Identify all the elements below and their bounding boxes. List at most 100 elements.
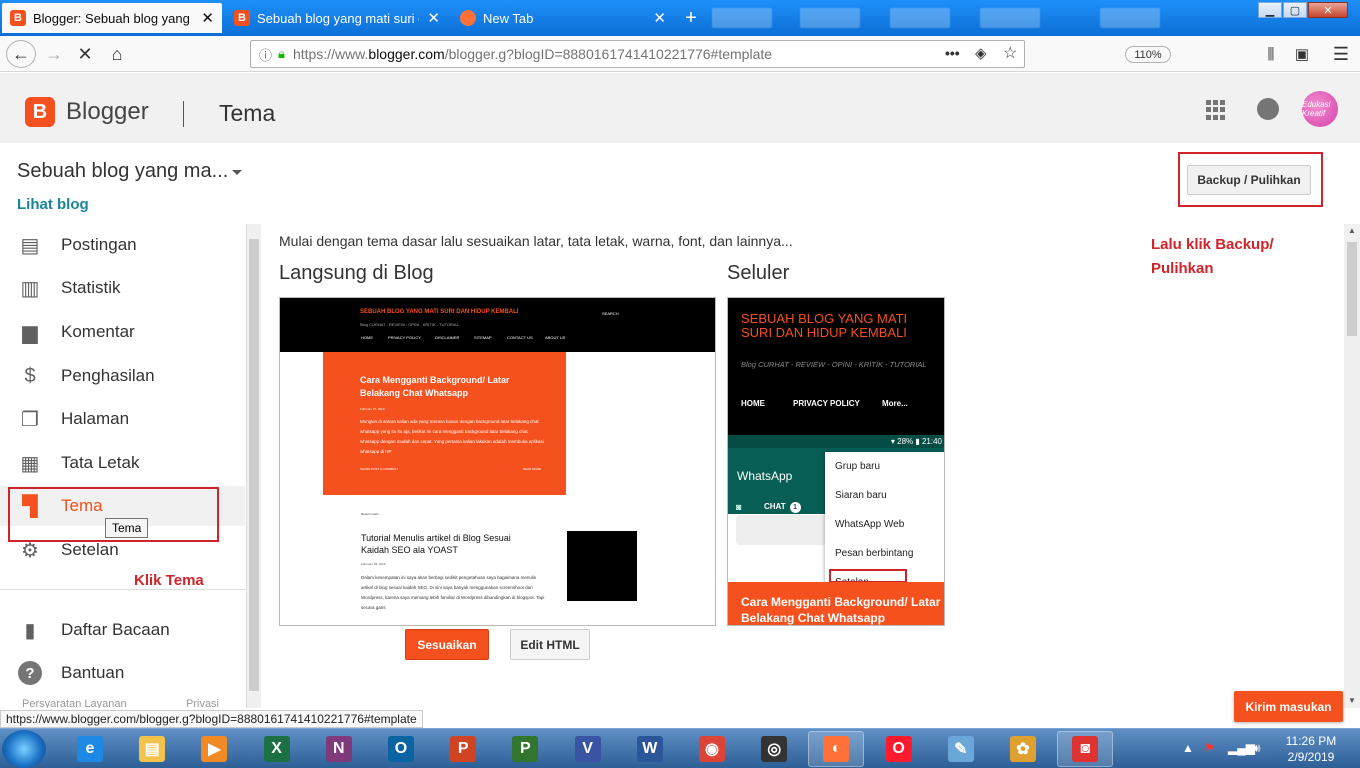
lock-icon: 🔒︎ [278,46,285,61]
page-title: Tema [219,100,276,126]
taskbar-screenshot-tool-button[interactable]: ◙ [1057,731,1114,767]
sidebar-item-pages[interactable]: ❐ Halaman [0,399,245,439]
outlook-icon: O [388,736,414,762]
preview-post-date: February 04, 2019 [361,562,386,566]
sidebar-item-label: Komentar [61,322,135,341]
send-feedback-button[interactable]: Kirim masukan [1234,691,1343,722]
blogger-favicon-icon: B [10,10,26,26]
posts-icon: ▤ [20,234,40,257]
hamburger-menu-icon[interactable]: ☰ [1327,41,1355,67]
apps-grid-icon[interactable] [1206,100,1226,120]
new-tab-button[interactable]: + [676,3,706,33]
zoom-level-indicator[interactable]: 110% [1125,46,1171,63]
file-explorer-icon: ▤ [139,736,166,762]
taskbar-chrome-button[interactable]: ◉ [684,731,740,767]
sidebar-toggle-icon[interactable]: ▣ [1288,41,1316,67]
network-warning-icon[interactable]: ⚑ [1204,741,1215,755]
scrollbar-thumb[interactable] [249,239,259,691]
internet-explorer-icon: e [77,736,103,762]
forward-arrow-icon[interactable]: → [40,41,68,67]
tab-new-tab[interactable]: New Tab ✕ [452,3,674,33]
tab-blog[interactable]: B Sebuah blog yang mati suri dan hidup k… [226,3,448,33]
signal-icon[interactable]: ▂▄▆ [1228,741,1255,755]
notepad-icon: ✎ [947,736,974,762]
visio-icon: V [574,736,601,762]
close-window-button[interactable]: ✕ [1308,2,1348,18]
preview-blog-subtitle: Blog CURHAT - REVIEW - OPINI - KRITIK - … [741,360,927,369]
whatsapp-title: WhatsApp [737,469,793,483]
sidebar-item-earnings[interactable]: $ Penghasilan [0,356,245,396]
minimize-window-button[interactable]: ▁ [1258,2,1282,18]
preview-whatsapp-screenshot: ▾ 28% ▮ 21:40 WhatsApp ◙ CHAT 1 Grup baru… [728,435,944,583]
library-icon[interactable]: ⫼ [1257,41,1285,67]
sidebar-item-help[interactable]: ? Bantuan [0,653,245,693]
annotation-click-theme: Klik Tema [134,572,204,589]
notifications-bell-icon[interactable] [1257,98,1279,120]
sidebar-item-label: Setelan [61,540,119,559]
chevron-down-icon[interactable] [232,170,242,175]
page-actions-icon[interactable]: ••• [945,45,960,61]
volume-icon[interactable]: 🔊︎ [1253,741,1261,756]
app-name[interactable]: Blogger [66,98,149,126]
desktop-theme-preview[interactable]: SEBUAH BLOG YANG MATI SURI DAN HIDUP KEM… [279,297,716,626]
main-scrollbar[interactable]: ▲ ▼ [1344,224,1360,708]
taskbar-notepad-button[interactable]: ✎ [933,731,989,767]
preview-nav-item: SITEMAP [474,335,492,340]
edit-html-button[interactable]: Edit HTML [510,629,590,660]
taskbar-internet-explorer-button[interactable]: e [62,731,118,767]
scroll-down-icon[interactable]: ▼ [1348,696,1356,705]
show-hidden-icons[interactable]: ▲ [1182,741,1194,755]
tab-blogger-dashboard[interactable]: B Blogger: Sebuah blog yang mati suri da… [2,3,222,33]
taskbar-paint-button[interactable]: ✿ [995,731,1051,767]
sidebar-item-stats[interactable]: ▥ Statistik [0,268,245,308]
privacy-link[interactable]: Privasi [186,698,219,708]
close-tab-icon[interactable]: ✕ [201,9,214,27]
scroll-up-icon[interactable]: ▲ [1348,226,1356,235]
maximize-window-button[interactable]: ▢ [1283,2,1307,18]
scrollbar-thumb[interactable] [1347,242,1357,336]
layout-icon: ▦ [20,452,40,475]
blogger-logo-icon[interactable]: B [25,97,55,127]
avatar[interactable]: Edukasi Kreatif [1302,91,1338,127]
sidebar-item-comments[interactable]: ▆ Komentar [0,312,245,352]
taskbar-camera-app-button[interactable]: ◎ [746,731,802,767]
preview-nav-item: HOME [741,399,765,408]
home-icon[interactable]: ⌂ [103,41,131,67]
bookmark-star-icon[interactable]: ☆ [1003,43,1017,63]
close-tab-icon[interactable]: ✕ [653,9,666,27]
close-tab-icon[interactable]: ✕ [427,9,440,27]
mobile-theme-preview[interactable]: SEBUAH BLOG YANG MATI SURI DAN HIDUP KEM… [727,297,945,626]
taskbar-word-button[interactable]: W [622,731,678,767]
back-arrow-icon[interactable]: ← [6,40,36,68]
system-clock[interactable]: 11:26 PM 2/9/2019 [1276,733,1346,765]
blog-selector[interactable]: Sebuah blog yang ma... [17,160,228,183]
taskbar-onenote-button[interactable]: N [311,731,367,767]
info-icon[interactable]: ⓘ [259,45,272,64]
stop-loading-icon[interactable]: ✕ [71,41,99,67]
address-bar[interactable]: ⓘ 🔒︎ https://www. blogger.com/blogger.g?b… [250,40,1171,68]
sidebar-item-layout[interactable]: ▦ Tata Letak [0,443,245,483]
taskbar-firefox-button[interactable]: ◐ [808,731,865,767]
taskbar-file-explorer-button[interactable]: ▤ [124,731,180,767]
view-blog-link[interactable]: Lihat blog [17,196,89,213]
sidebar-item-label: Statistik [61,278,121,297]
preview-blog-header: SEBUAH BLOG YANG MATI SURI DAN HIDUP KEM… [280,298,715,352]
sidebar-item-posts[interactable]: ▤ Postingan [0,225,245,265]
taskbar-opera-button[interactable]: O [871,731,927,767]
pocket-icon[interactable]: ◈ [975,44,987,62]
menu-item: Grup baru [835,461,881,472]
sidebar-scrollbar[interactable] [246,224,261,708]
taskbar-visio-button[interactable]: V [560,731,616,767]
taskbar-project-button[interactable]: P [497,731,553,767]
preview-post-thumbnail [567,531,637,601]
preview-blog-subtitle: Blog CURHAT - REVIEW - OPINI - KRITIK - … [360,322,459,327]
taskbar-powerpoint-button[interactable]: P [435,731,491,767]
taskbar-outlook-button[interactable]: O [373,731,429,767]
taskbar-excel-button[interactable]: X [249,731,305,767]
terms-link[interactable]: Persyaratan Layanan [22,698,127,708]
backup-restore-button[interactable]: Backup / Pulihkan [1187,165,1311,195]
customize-button[interactable]: Sesuaikan [405,629,489,660]
sidebar-item-reading-list[interactable]: ▮ Daftar Bacaan [0,610,245,650]
windows-start-button[interactable] [2,730,46,768]
taskbar-media-player-button[interactable]: ▶ [186,731,242,767]
